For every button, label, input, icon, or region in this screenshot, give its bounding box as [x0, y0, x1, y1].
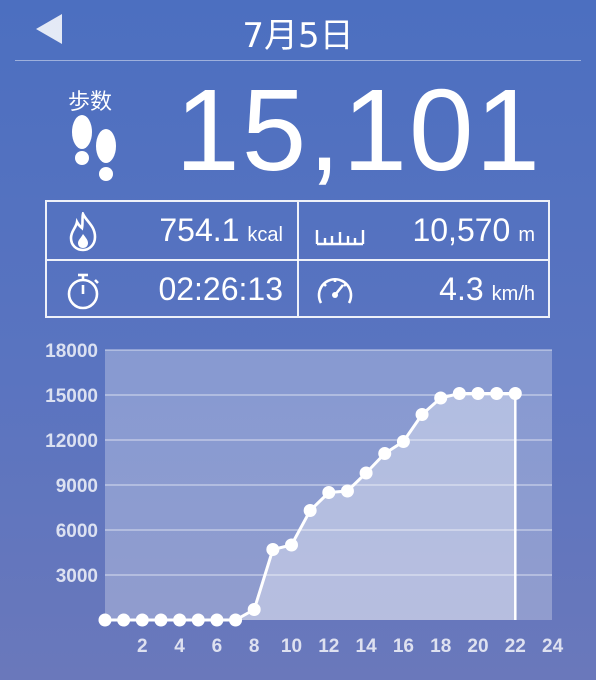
ruler-icon	[315, 230, 365, 246]
speed-unit: km/h	[491, 283, 535, 305]
data-point	[229, 613, 243, 627]
x-tick-label: 10	[281, 636, 302, 657]
x-tick-label: 16	[393, 636, 414, 657]
data-point	[247, 603, 261, 616]
distance-cell: 10,570 m	[299, 202, 549, 259]
y-tick-label: 12000	[45, 431, 98, 452]
y-tick-label: 3000	[56, 566, 98, 587]
distance-unit: m	[518, 224, 535, 246]
data-point	[135, 613, 149, 627]
calories-value: 754.1	[159, 212, 240, 248]
y-tick-label: 15000	[45, 386, 98, 407]
x-tick-label: 18	[430, 636, 451, 657]
x-tick-label: 20	[467, 636, 488, 657]
data-point	[434, 391, 448, 405]
calories-cell: 754.1 kcal	[47, 202, 297, 259]
time-cell: 02:26:13	[47, 261, 297, 318]
data-point	[396, 435, 410, 448]
data-point	[210, 613, 224, 627]
y-tick-label: 18000	[45, 341, 98, 362]
header: 7月5日	[0, 0, 596, 60]
stopwatch-icon	[67, 273, 99, 310]
data-point	[117, 613, 131, 627]
x-tick-label: 24	[542, 636, 564, 657]
data-point	[378, 447, 392, 460]
steps-chart: 300060009000120001500018000 2 4 6 8 10 12 14 16…	[45, 341, 564, 657]
x-tick-label: 2	[137, 636, 148, 657]
data-point	[508, 387, 522, 400]
data-point	[191, 613, 205, 627]
y-tick-label: 9000	[56, 476, 98, 497]
steps-count: 15,101	[175, 65, 542, 195]
data-point	[173, 613, 187, 627]
speed-cell: 4.3 km/h	[299, 261, 549, 318]
data-point	[340, 484, 354, 498]
data-point	[415, 408, 429, 421]
stats-panel: 754.1 kcal 10,570 m 02:26:13 4.3 km/h	[45, 200, 550, 318]
data-point	[452, 387, 466, 400]
calories-unit: kcal	[247, 224, 283, 246]
data-point	[98, 613, 112, 627]
flame-icon	[69, 212, 97, 252]
data-point	[303, 504, 317, 517]
x-tick-label: 14	[356, 636, 378, 657]
data-point	[359, 466, 373, 480]
distance-value: 10,570	[412, 212, 511, 248]
header-divider	[15, 60, 581, 61]
x-tick-label: 12	[318, 636, 339, 657]
data-point	[285, 538, 298, 552]
speedometer-icon	[317, 277, 353, 304]
speed-value: 4.3	[439, 271, 484, 307]
y-tick-label: 6000	[56, 521, 98, 542]
data-point	[154, 613, 168, 627]
data-point	[322, 486, 336, 499]
data-point	[490, 387, 504, 400]
data-point	[471, 387, 485, 400]
time-value: 02:26:13	[158, 271, 283, 307]
x-tick-label: 4	[174, 636, 185, 657]
page-title: 7月5日	[242, 16, 354, 56]
x-tick-label: 8	[249, 636, 260, 657]
footprints-icon	[72, 115, 116, 181]
data-point	[266, 543, 280, 556]
x-tick-label: 6	[212, 636, 223, 657]
x-tick-label: 22	[505, 636, 526, 657]
